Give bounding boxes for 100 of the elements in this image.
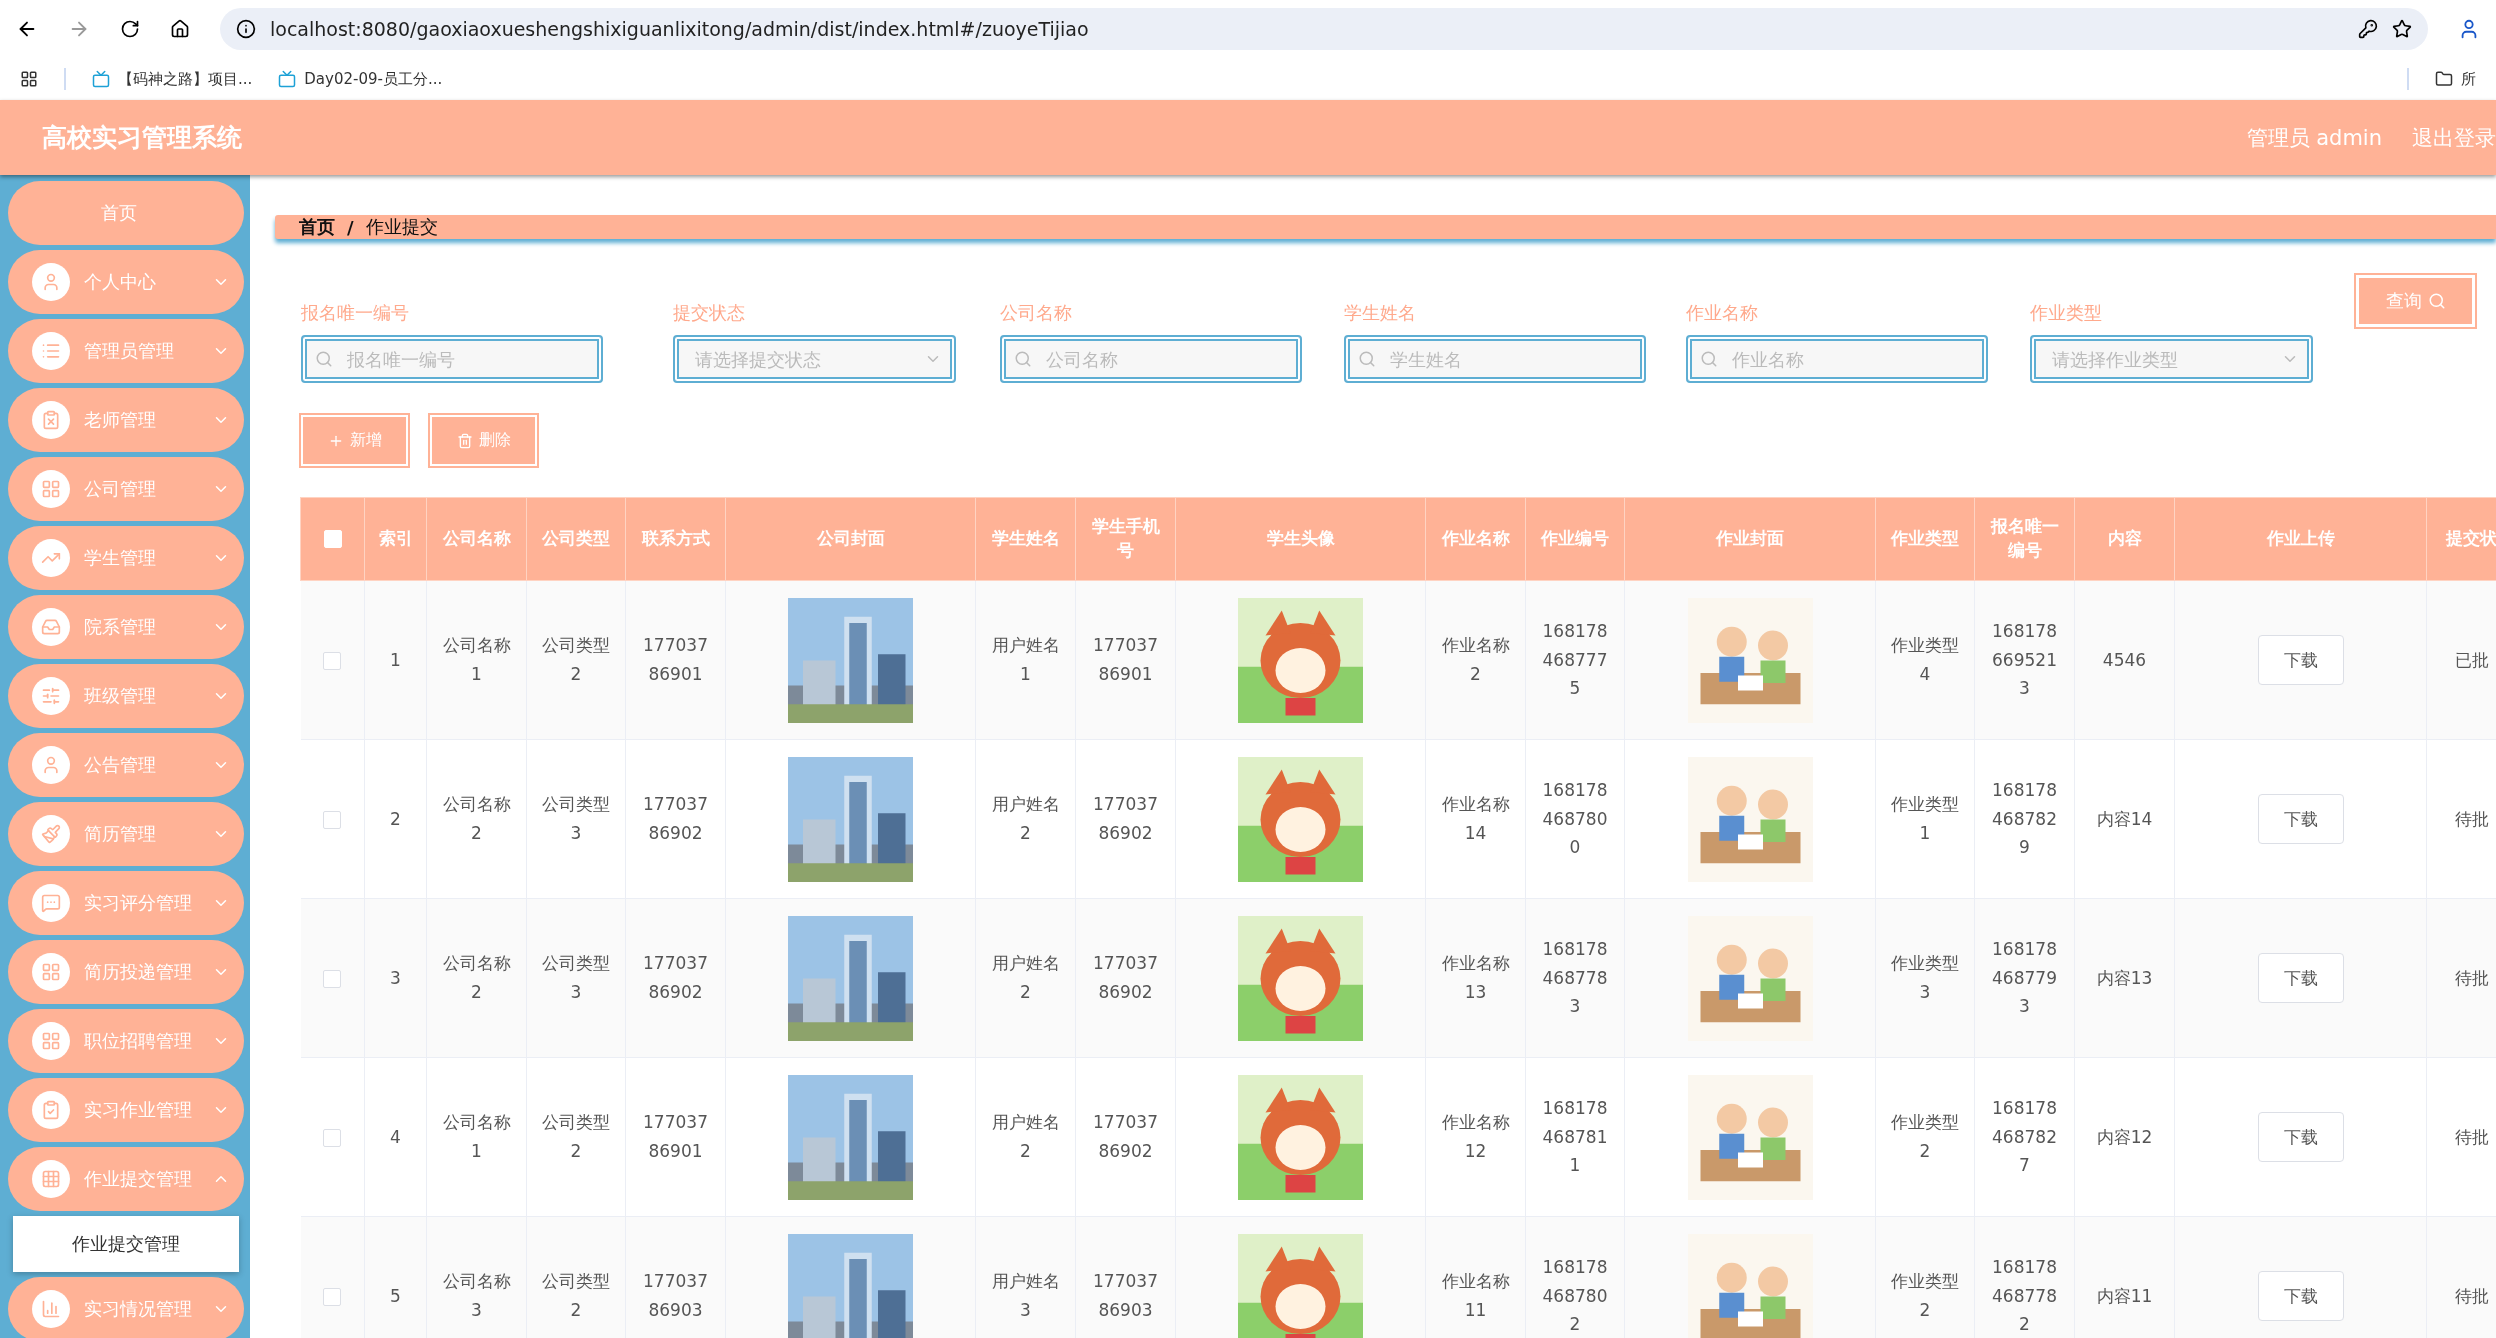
download-button[interactable]: 下载 bbox=[2257, 1112, 2344, 1162]
sidebar-item[interactable]: 简历投递管理 bbox=[8, 940, 244, 1004]
menu-icon bbox=[32, 539, 70, 577]
sidebar-item[interactable]: 简历管理 bbox=[8, 802, 244, 866]
table-cell: 待批 bbox=[2454, 967, 2489, 988]
sidebar-item[interactable]: 管理员管理 bbox=[8, 319, 244, 383]
table-cell: 17703786901 bbox=[643, 635, 708, 684]
table-cell: 1681784687800 bbox=[1542, 779, 1608, 858]
table-cell: 1681784687829 bbox=[1992, 779, 2057, 858]
address-bar[interactable]: localhost:8080/gaoxiaoxueshengshixiguanlixitong/admin/dist/index.html#/zuoyeTijiao bbox=[220, 8, 2428, 50]
column-header: 作业编号 bbox=[1525, 497, 1625, 581]
home-icon[interactable] bbox=[170, 19, 190, 39]
trash-icon bbox=[456, 432, 473, 449]
sidebar-item[interactable]: 班级管理 bbox=[8, 664, 244, 728]
sidebar-item[interactable]: 公司管理 bbox=[8, 457, 244, 521]
logout-link[interactable]: 退出登录 bbox=[2412, 123, 2496, 152]
apps-icon[interactable] bbox=[20, 70, 38, 88]
table-cell: 公司名称2 bbox=[442, 953, 511, 1002]
download-button[interactable]: 下载 bbox=[2257, 953, 2344, 1003]
bookmark-link[interactable]: Day02-09-员工分... bbox=[304, 69, 443, 89]
table-cell: 内容12 bbox=[2096, 1126, 2153, 1147]
star-icon[interactable] bbox=[2392, 19, 2412, 39]
table-cell: 作业名称12 bbox=[1441, 1112, 1510, 1161]
search-icon bbox=[1700, 350, 1718, 368]
table-cell: 1681784687782 bbox=[1992, 1256, 2057, 1335]
user-label: 管理员 admin bbox=[2246, 124, 2382, 152]
submenu-item[interactable]: 作业提交管理 bbox=[13, 1216, 239, 1272]
table-cell: 1681784687811 bbox=[1542, 1097, 1608, 1176]
column-header: 内容 bbox=[2074, 497, 2175, 581]
select-field[interactable]: 请选择提交状态 bbox=[673, 335, 956, 383]
bookmark-folder[interactable]: 所 bbox=[2461, 69, 2476, 89]
column-header: 作业名称 bbox=[1425, 497, 1526, 581]
sidebar-item[interactable]: 实习情况管理 bbox=[8, 1277, 244, 1338]
column-header: 学生手机号 bbox=[1075, 497, 1176, 581]
search-field[interactable]: 公司名称 bbox=[1000, 335, 1302, 383]
info-icon[interactable] bbox=[236, 19, 256, 39]
sidebar-item[interactable]: 实习评分管理 bbox=[8, 871, 244, 935]
app-title: 高校实习管理系统 bbox=[42, 122, 243, 154]
row-checkbox[interactable] bbox=[323, 1287, 342, 1306]
add-button[interactable]: 新增 bbox=[301, 415, 408, 466]
breadcrumb-item[interactable]: 首页 bbox=[299, 215, 335, 239]
filter-label: 作业类型 bbox=[2030, 301, 2103, 325]
table-cell: 作业名称14 bbox=[1441, 794, 1510, 843]
table-cell: 作业类型1 bbox=[1891, 794, 1959, 843]
row-checkbox[interactable] bbox=[323, 810, 342, 829]
table-cell: 1681784687775 bbox=[1542, 620, 1608, 699]
table-cell: 1681784687783 bbox=[1542, 938, 1608, 1017]
table-cell: 用户姓名3 bbox=[991, 1271, 1060, 1320]
column-header: 学生姓名 bbox=[975, 497, 1076, 581]
menu-icon bbox=[32, 1091, 70, 1129]
sidebar-item[interactable]: 作业提交管理 bbox=[8, 1147, 244, 1211]
search-icon bbox=[1358, 350, 1376, 368]
download-button[interactable]: 下载 bbox=[2257, 794, 2344, 844]
table-cell: 公司名称2 bbox=[442, 794, 511, 843]
table-cell: 17703786903 bbox=[643, 1271, 708, 1320]
sidebar-item[interactable]: 个人中心 bbox=[8, 250, 244, 314]
bookmark-link[interactable]: 【码神之路】项目... bbox=[118, 69, 253, 89]
column-header: 学生头像 bbox=[1175, 497, 1426, 581]
reload-icon[interactable] bbox=[120, 19, 140, 39]
menu-icon bbox=[32, 884, 70, 922]
sidebar-item[interactable]: 首页 bbox=[8, 181, 244, 245]
table-cell: 已批 bbox=[2454, 649, 2489, 670]
column-header: 作业上传 bbox=[2174, 497, 2427, 581]
folder-icon bbox=[2435, 70, 2453, 88]
download-button[interactable]: 下载 bbox=[2257, 635, 2344, 685]
breadcrumb-item: 作业提交 bbox=[365, 215, 438, 239]
sidebar-item[interactable]: 职位招聘管理 bbox=[8, 1009, 244, 1073]
menu-icon bbox=[32, 401, 70, 439]
row-checkbox[interactable] bbox=[323, 1128, 342, 1147]
table-cell: 作业名称2 bbox=[1441, 635, 1510, 684]
column-header: 公司名称 bbox=[426, 497, 527, 581]
table-cell: 公司名称3 bbox=[442, 1271, 511, 1320]
sidebar-item[interactable]: 学生管理 bbox=[8, 526, 244, 590]
table-cell: 17703786902 bbox=[1093, 794, 1158, 843]
table-cell: 1681784687827 bbox=[1992, 1097, 2057, 1176]
tv-icon bbox=[92, 70, 110, 88]
search-field[interactable]: 作业名称 bbox=[1686, 335, 1988, 383]
sidebar-item[interactable]: 实习作业管理 bbox=[8, 1078, 244, 1142]
table-cell: 3 bbox=[390, 967, 401, 988]
key-icon[interactable] bbox=[2358, 19, 2378, 39]
table-cell: 作业名称11 bbox=[1441, 1271, 1510, 1320]
delete-button[interactable]: 删除 bbox=[430, 415, 537, 466]
menu-icon bbox=[32, 608, 70, 646]
select-field[interactable]: 请选择作业类型 bbox=[2030, 335, 2313, 383]
table-cell: 作业类型2 bbox=[1891, 1112, 1959, 1161]
sidebar-item[interactable]: 老师管理 bbox=[8, 388, 244, 452]
table-cell: 作业类型3 bbox=[1891, 953, 1959, 1002]
menu-icon bbox=[32, 953, 70, 991]
table-cell: 作业名称13 bbox=[1441, 953, 1510, 1002]
column-header: 作业封面 bbox=[1624, 497, 1876, 581]
tv-icon bbox=[278, 70, 297, 88]
select-all-checkbox[interactable] bbox=[323, 530, 342, 549]
sidebar-item[interactable]: 院系管理 bbox=[8, 595, 244, 659]
row-checkbox[interactable] bbox=[323, 969, 342, 988]
row-checkbox[interactable] bbox=[323, 651, 342, 670]
column-header: 公司类型 bbox=[526, 497, 626, 581]
search-icon bbox=[315, 350, 333, 368]
search-field[interactable]: 学生姓名 bbox=[1344, 335, 1646, 383]
download-button[interactable]: 下载 bbox=[2257, 1271, 2344, 1321]
sidebar-item[interactable]: 公告管理 bbox=[8, 733, 244, 797]
